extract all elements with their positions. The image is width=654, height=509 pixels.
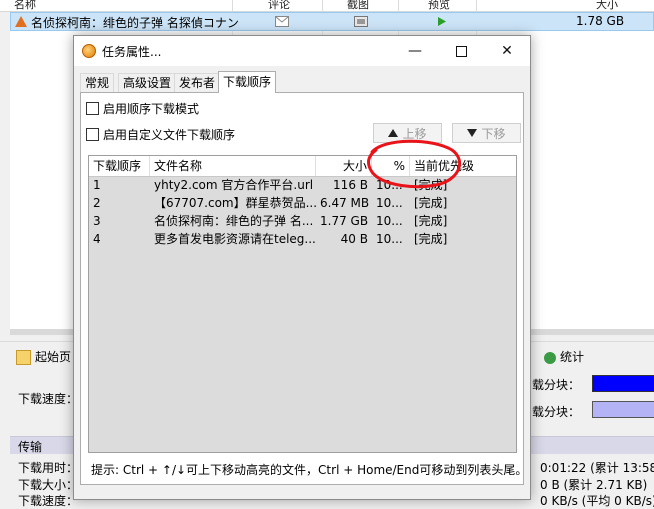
keyboard-hint: 提示: Ctrl + ↑/↓可上下移动高亮的文件，Ctrl + Home/End… [91,463,528,477]
stats-icon [544,351,556,364]
row-filename: 【67707.com】群星恭贺品... [154,196,316,210]
sequential-mode-label: 启用顺序下载模式 [103,102,200,116]
tab-home[interactable]: 起始页 [16,348,71,365]
dialog-tabs: 常规 高级设置 发布者 下载顺序 [80,71,524,93]
table-row[interactable]: 3 名侦探柯南：绯色的子弹 名... 1.77 GB 10... [完成] [89,212,516,230]
app-logo-icon [82,44,96,58]
column-separator [476,0,477,11]
row-order: 4 [93,232,101,246]
row-size: 1.77 GB [320,214,369,228]
tab-advanced[interactable]: 高级设置 [118,73,177,92]
row-percent: 10... [376,232,403,246]
download-size-value: 0 B (累计 2.71 KB) [540,478,648,492]
column-separator [398,0,399,11]
row-percent: 10... [376,214,403,228]
download-rate-value: 0 KB/s (平均 0 KB/s) [540,494,654,508]
arrow-down-icon [467,129,478,137]
move-down-label: 下移 [481,126,506,141]
close-button[interactable]: ✕ [484,36,530,66]
tab-home-label: 起始页 [35,350,72,364]
col-priority[interactable]: 当前优先级 [410,156,516,176]
row-percent: 10... [376,196,403,210]
task-name: 名侦探柯南：绯色的子弹 名探偵コナン [31,16,239,30]
download-time-value: 0:01:22 (累计 13:58:4 [540,461,654,475]
tab-download-order[interactable]: 下载顺序 [218,71,277,93]
comment-icon[interactable] [275,16,289,27]
preview-play-icon[interactable] [437,16,447,27]
col-size[interactable]: 大小 [316,156,372,176]
column-comments[interactable]: 评论 [268,0,290,11]
column-separator [232,0,233,11]
dialog-title: 任务属性... [102,45,162,59]
table-header: 下载顺序 文件名称 大小 % 当前优先级 [89,156,516,177]
download-rate-label: 下载速度： [18,494,79,508]
download-order-panel: 启用顺序下载模式 启用自定义文件下载顺序 上移 下移 下载顺序 文件名称 大小 … [80,92,528,485]
file-order-table: 下载顺序 文件名称 大小 % 当前优先级 1 yhty2.com 官方合作平台.… [88,155,517,453]
table-row[interactable]: 2 【67707.com】群星恭贺品... 6.47 MB 10... [完成] [89,194,516,212]
column-name[interactable]: 名称 [14,0,36,11]
dialog-titlebar[interactable]: 任务属性... — ✕ [74,36,530,66]
block-bar-downloaded [592,375,654,392]
file-list-header: 名称 评论 截图 预览 大小 [0,0,654,12]
tab-stats-label: 统计 [560,350,585,364]
move-down-button[interactable]: 下移 [452,123,521,143]
task-row[interactable]: 名侦探柯南：绯色的子弹 名探偵コナン 1.78 GB [10,12,654,31]
block-bar-pending [592,401,654,418]
column-separator [322,0,323,11]
move-up-button[interactable]: 上移 [373,123,442,143]
transfer-section-title: 传输 [18,440,43,454]
block-label-1: 载分块： [532,378,581,392]
col-percent[interactable]: % [372,156,410,176]
col-order[interactable]: 下载顺序 [89,156,150,176]
sequential-mode-checkbox[interactable]: 启用顺序下载模式 [86,100,199,117]
move-up-label: 上移 [402,126,427,141]
column-preview[interactable]: 预览 [428,0,450,11]
checkbox-box [86,128,99,141]
table-row[interactable]: 1 yhty2.com 官方合作平台.url 116 B 10... [完成] [89,176,516,194]
row-order: 3 [93,214,101,228]
column-size[interactable]: 大小 [596,0,618,11]
tab-publisher[interactable]: 发布者 [174,73,221,92]
row-size: 40 B [340,232,368,246]
tab-stats[interactable]: 统计 [544,348,584,365]
row-priority: [完成] [414,178,448,192]
row-size: 6.47 MB [320,196,370,210]
upload-arrow-icon [15,16,27,27]
minimize-button[interactable]: — [392,36,438,66]
row-size: 116 B [333,178,368,192]
column-screenshot[interactable]: 截图 [347,0,369,11]
row-percent: 10... [376,178,403,192]
col-filename[interactable]: 文件名称 [150,156,316,176]
table-row[interactable]: 4 更多首发电影资源请在teleg... 40 B 10... [完成] [89,230,516,248]
download-size-label: 下载大小： [18,478,79,492]
row-priority: [完成] [414,232,448,246]
home-icon [16,350,31,365]
row-filename: 名侦探柯南：绯色的子弹 名... [154,214,314,228]
row-order: 1 [93,178,101,192]
task-properties-dialog: 任务属性... — ✕ 常规 高级设置 发布者 下载顺序 启用顺序下载模式 启用… [73,35,531,500]
maximize-button[interactable] [438,36,484,66]
arrow-up-icon [388,129,399,137]
task-size: 1.78 GB [576,14,625,28]
row-order: 2 [93,196,101,210]
row-filename: 更多首发电影资源请在teleg... [154,232,316,246]
speed-label: 下载速度： [18,392,79,406]
maximize-icon [455,45,467,57]
row-priority: [完成] [414,196,448,210]
row-priority: [完成] [414,214,448,228]
screenshot-icon[interactable] [354,16,368,27]
checkbox-box [86,102,99,115]
block-label-2: 载分块： [532,405,581,419]
download-time-label: 下载用时： [18,461,79,475]
tab-general[interactable]: 常规 [80,73,115,92]
row-filename: yhty2.com 官方合作平台.url [154,178,314,192]
custom-order-label: 启用自定义文件下载顺序 [103,128,236,142]
custom-order-checkbox[interactable]: 启用自定义文件下载顺序 [86,126,235,143]
